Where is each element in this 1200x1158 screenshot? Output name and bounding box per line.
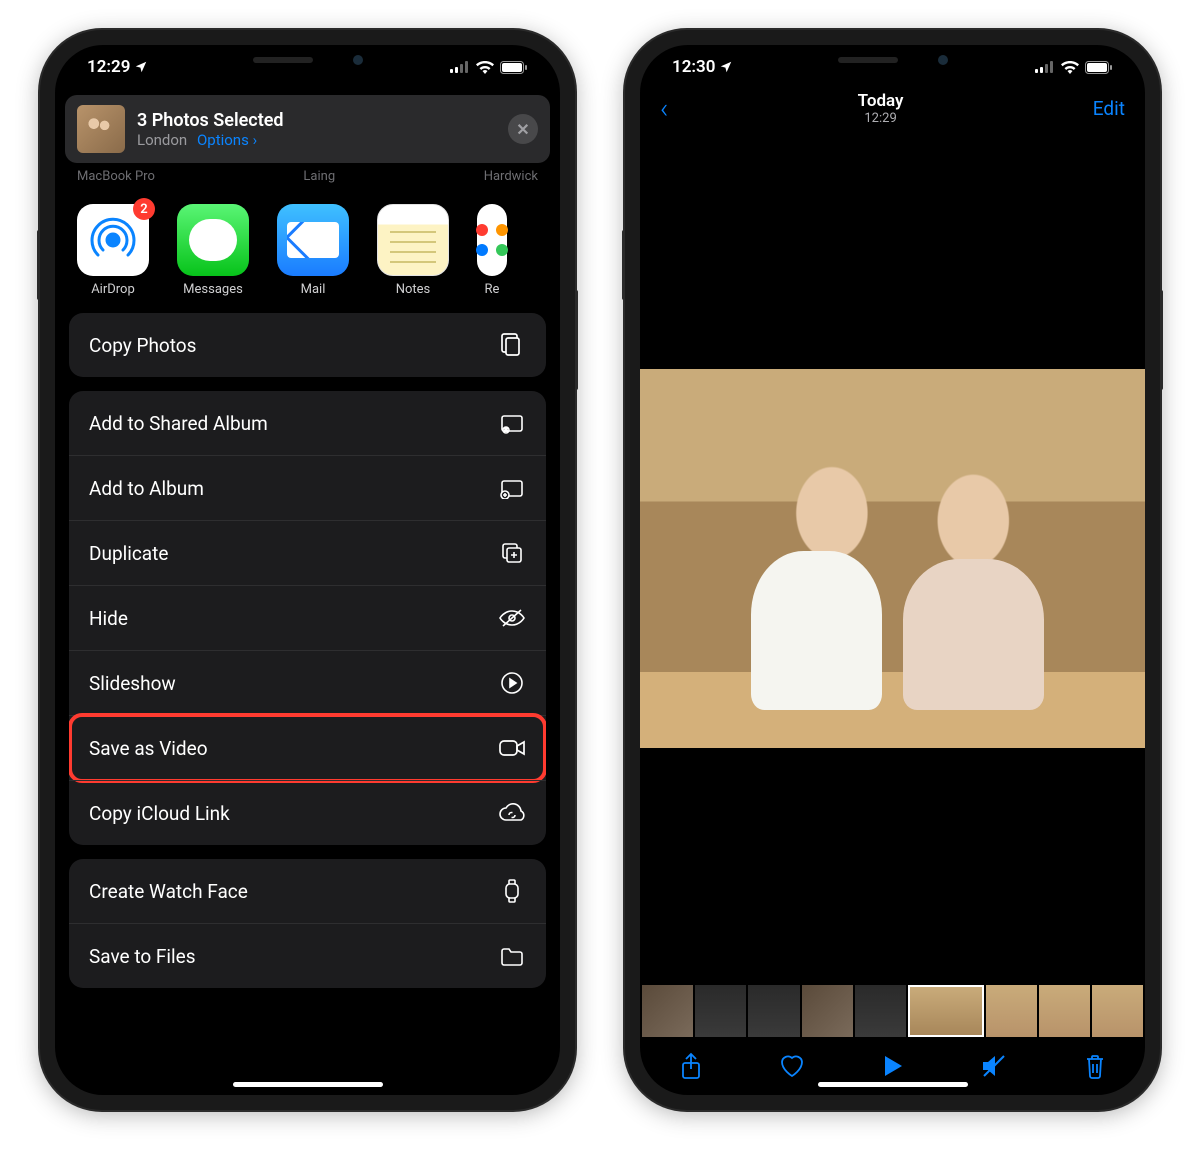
thumbnail[interactable] xyxy=(802,985,853,1037)
action-copy-photos[interactable]: Copy Photos xyxy=(69,313,546,377)
options-link[interactable]: Options › xyxy=(197,131,257,149)
airdrop-targets-row: MacBook Pro Laing Hardwick xyxy=(55,163,560,184)
share-sheet-header: 3 Photos Selected London Options › ✕ xyxy=(65,95,550,163)
mail-icon xyxy=(277,204,349,276)
nav-subtitle: 12:29 xyxy=(858,111,904,126)
airdrop-target[interactable]: MacBook Pro xyxy=(77,169,155,184)
notch xyxy=(788,45,998,75)
thumbnail[interactable] xyxy=(1039,985,1090,1037)
thumbnail[interactable] xyxy=(748,985,799,1037)
status-time: 12:30 xyxy=(672,57,715,77)
wifi-icon xyxy=(1061,61,1079,74)
app-label: AirDrop xyxy=(91,282,135,297)
app-label: Mail xyxy=(301,282,326,297)
cellular-icon xyxy=(1035,61,1055,73)
add-album-icon xyxy=(498,474,526,502)
app-notes[interactable]: Notes xyxy=(377,204,449,297)
thumbnail[interactable] xyxy=(986,985,1037,1037)
share-apps-row[interactable]: 2 AirDrop Messages Mail Notes Re xyxy=(55,184,560,313)
selection-thumbnail xyxy=(77,105,125,153)
thumbnail[interactable] xyxy=(1092,985,1143,1037)
selection-location: London xyxy=(137,131,187,149)
selection-title: 3 Photos Selected xyxy=(137,110,496,131)
phone-left: 12:29 3 Photos Selected London Options ›… xyxy=(40,30,575,1110)
shared-album-icon xyxy=(498,409,526,437)
wifi-icon xyxy=(476,61,494,74)
share-actions-list: Copy Photos Add to Shared Album Add to A… xyxy=(55,313,560,988)
airdrop-target[interactable]: Laing xyxy=(303,169,335,184)
back-button[interactable]: ‹ xyxy=(660,92,668,125)
nav-bar: ‹ Today 12:29 Edit xyxy=(640,89,1145,132)
action-duplicate[interactable]: Duplicate xyxy=(69,520,546,585)
action-slideshow[interactable]: Slideshow xyxy=(69,650,546,715)
notes-icon xyxy=(377,204,449,276)
action-save-as-video[interactable]: Save as Video xyxy=(69,715,546,780)
phone-right: 12:30 ‹ Today 12:29 Edit xyxy=(625,30,1160,1110)
action-add-shared-album[interactable]: Add to Shared Album xyxy=(69,391,546,455)
thumbnail-selected[interactable] xyxy=(908,985,984,1037)
edit-button[interactable]: Edit xyxy=(1093,97,1125,120)
home-indicator[interactable] xyxy=(818,1082,968,1087)
reminders-icon xyxy=(477,204,507,276)
copy-icon xyxy=(498,331,526,359)
app-label: Notes xyxy=(396,282,431,297)
folder-icon xyxy=(498,942,526,970)
battery-icon xyxy=(1085,61,1113,74)
video-icon xyxy=(498,734,526,762)
app-airdrop[interactable]: 2 AirDrop xyxy=(77,204,149,297)
watch-icon xyxy=(498,877,526,905)
action-copy-icloud-link[interactable]: Copy iCloud Link xyxy=(69,780,546,845)
current-photo xyxy=(640,369,1145,748)
photo-viewer[interactable] xyxy=(640,132,1145,985)
messages-icon xyxy=(177,204,249,276)
play-circle-icon xyxy=(498,669,526,697)
notch xyxy=(203,45,413,75)
app-reminders[interactable]: Re xyxy=(477,204,507,297)
thumbnail[interactable] xyxy=(695,985,746,1037)
action-save-to-files[interactable]: Save to Files xyxy=(69,923,546,988)
location-icon xyxy=(719,60,733,74)
thumbnail[interactable] xyxy=(642,985,693,1037)
airdrop-icon: 2 xyxy=(77,204,149,276)
thumbnail-strip[interactable] xyxy=(640,985,1145,1037)
app-label: Re xyxy=(485,282,500,297)
action-create-watch-face[interactable]: Create Watch Face xyxy=(69,859,546,923)
app-mail[interactable]: Mail xyxy=(277,204,349,297)
screen-right: 12:30 ‹ Today 12:29 Edit xyxy=(640,45,1145,1095)
location-icon xyxy=(134,60,148,74)
screen-left: 12:29 3 Photos Selected London Options ›… xyxy=(55,45,560,1095)
trash-button[interactable] xyxy=(1080,1051,1110,1081)
airdrop-target[interactable]: Hardwick xyxy=(484,169,538,184)
action-add-album[interactable]: Add to Album xyxy=(69,455,546,520)
status-time: 12:29 xyxy=(87,57,130,77)
favorite-button[interactable] xyxy=(777,1051,807,1081)
hide-icon xyxy=(498,604,526,632)
action-hide[interactable]: Hide xyxy=(69,585,546,650)
icloud-link-icon xyxy=(498,799,526,827)
share-button[interactable] xyxy=(676,1051,706,1081)
thumbnail[interactable] xyxy=(855,985,906,1037)
app-label: Messages xyxy=(183,282,243,297)
play-button[interactable] xyxy=(878,1051,908,1081)
badge: 2 xyxy=(133,198,155,220)
app-messages[interactable]: Messages xyxy=(177,204,249,297)
close-button[interactable]: ✕ xyxy=(508,114,538,144)
home-indicator[interactable] xyxy=(233,1082,383,1087)
duplicate-icon xyxy=(498,539,526,567)
mute-button[interactable] xyxy=(979,1051,1009,1081)
battery-icon xyxy=(500,61,528,74)
nav-title: Today xyxy=(858,91,904,111)
cellular-icon xyxy=(450,61,470,73)
